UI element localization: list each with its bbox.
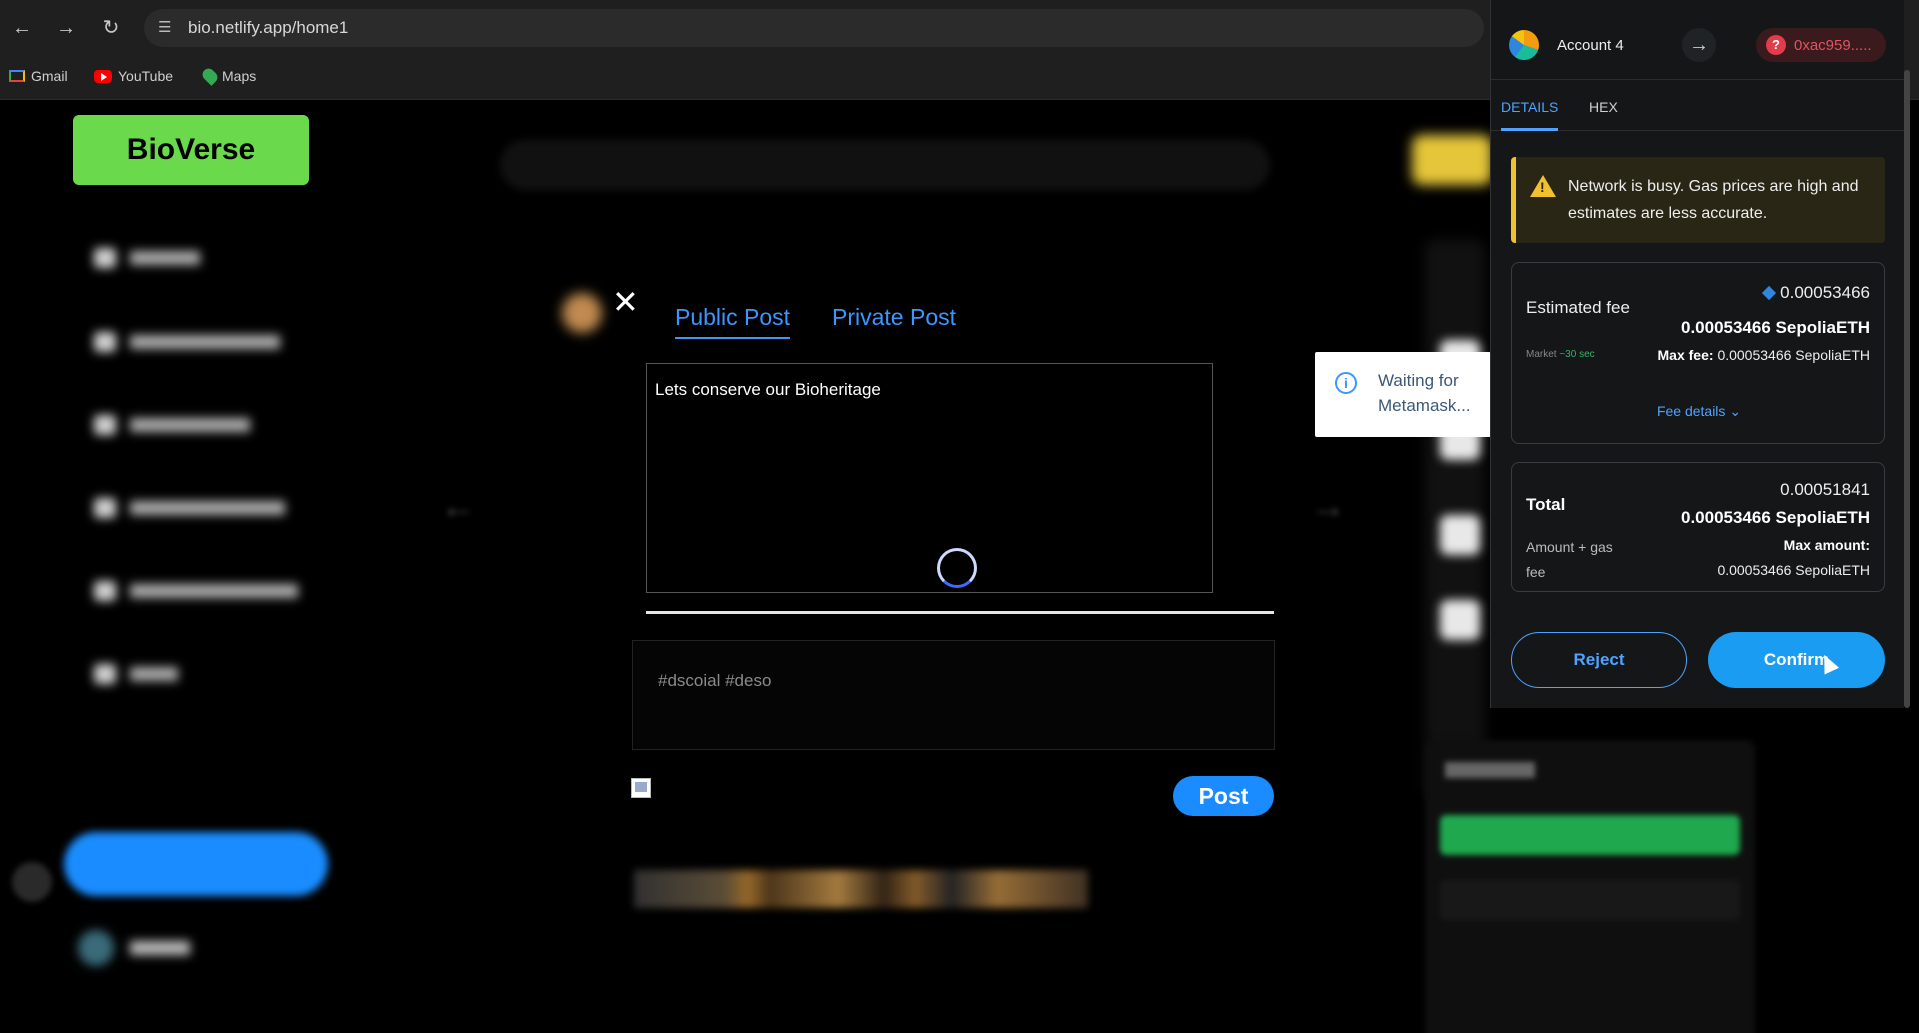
post-textarea[interactable]: Lets conserve our Bioheritage (646, 363, 1213, 593)
arrow-right-icon: → (1682, 28, 1716, 62)
url-text[interactable]: bio.netlify.app/home1 (188, 18, 348, 38)
divider (646, 611, 1274, 614)
bookmark-maps[interactable]: Maps (200, 66, 257, 86)
edit-icon (1762, 285, 1777, 301)
communities-icon (94, 498, 116, 518)
bookmark-label: YouTube (118, 68, 174, 84)
post-text: Lets conserve our Bioheritage (655, 380, 881, 399)
total-label: Total (1526, 495, 1566, 514)
sidebar-user[interactable] (78, 930, 190, 966)
sidebar-item-crowdfunding[interactable] (94, 581, 298, 601)
toast-line-2: Metamask... (1378, 396, 1471, 415)
market-timing: Market ~30 sec (1526, 349, 1595, 360)
sidebar-item-home[interactable] (94, 248, 200, 268)
back-arrow-icon[interactable]: ← (8, 14, 36, 42)
bookmark-label: Gmail (31, 68, 68, 84)
sidebar-item-communities[interactable] (94, 498, 285, 518)
waiting-toast: i Waiting for Metamask... (1315, 352, 1491, 437)
tab-hex[interactable]: HEX (1589, 99, 1618, 115)
estimated-fee-small[interactable]: 0.00053466 (1762, 283, 1870, 303)
wallet-button[interactable] (1412, 135, 1492, 185)
metamask-header: Account 4 → ? 0xac959..... (1491, 10, 1905, 80)
sidebar-post-button[interactable] (64, 832, 328, 896)
bookmark-gmail[interactable]: Gmail (9, 68, 68, 84)
sidebar-item-p2p[interactable] (94, 664, 178, 684)
search-bar[interactable] (500, 140, 1270, 190)
crowdfunding-icon (94, 581, 116, 601)
bounty-panel (1425, 740, 1755, 1033)
avatar (562, 293, 602, 333)
confirm-button[interactable]: Confirm (1708, 632, 1885, 688)
bookmark-label: Maps (222, 68, 257, 84)
metamask-tabs: DETAILS HEX (1491, 85, 1905, 131)
tags-placeholder: #dscoial #deso (658, 671, 772, 690)
account-avatar (1509, 30, 1539, 60)
metamask-scrollbar[interactable] (1904, 70, 1910, 708)
tab-details[interactable]: DETAILS (1501, 99, 1559, 131)
tags-input[interactable]: #dscoial #deso (632, 640, 1275, 750)
estimated-fee-card: Estimated fee 0.00053466 0.00053466 Sepo… (1511, 262, 1885, 444)
bookmark-youtube[interactable]: YouTube (94, 68, 173, 84)
total-card: Total 0.00051841 0.00053466 SepoliaETH A… (1511, 462, 1885, 592)
p2p-icon (94, 664, 116, 684)
chevron-down-icon: ⌄ (1729, 403, 1742, 419)
message-icon (94, 415, 116, 435)
sidebar-item-messages[interactable] (94, 415, 250, 435)
reload-icon[interactable]: ↻ (97, 14, 125, 42)
panel-thumb (1440, 600, 1480, 640)
max-amount-value: 0.00053466 SepoliaETH (1717, 562, 1870, 578)
sidebar-item-notifications[interactable] (94, 332, 280, 352)
panel-thumb (1440, 515, 1480, 555)
total-value: 0.00053466 SepoliaETH (1680, 508, 1870, 527)
reject-button[interactable]: Reject (1511, 632, 1687, 688)
estimated-fee-label: Estimated fee (1526, 298, 1630, 317)
maps-icon (200, 66, 220, 86)
max-fee: Max fee: 0.00053466 SepoliaETH (1657, 347, 1870, 363)
toast-line-1: Waiting for (1378, 371, 1459, 390)
estimated-fee-value: 0.00053466 SepoliaETH (1680, 318, 1870, 337)
fee-details-link[interactable]: Fee details ⌄ (1512, 403, 1886, 420)
warning-icon (1530, 175, 1556, 197)
bioverse-logo[interactable]: BioVerse (73, 115, 309, 185)
prev-arrow-icon[interactable]: ← (440, 485, 476, 527)
tab-public-post[interactable]: Public Post (675, 304, 791, 339)
contract-address: 0xac959..... (1794, 36, 1872, 54)
avatar (78, 930, 114, 966)
site-info-icon[interactable]: ☰ (158, 18, 171, 36)
post-button[interactable]: Post (1173, 776, 1274, 816)
close-icon[interactable]: ✕ (612, 286, 639, 318)
feed-image-strip (634, 870, 1088, 908)
forward-arrow-icon[interactable]: → (52, 14, 80, 42)
gmail-icon (9, 70, 25, 82)
question-icon: ? (1766, 35, 1786, 55)
next-arrow-icon[interactable]: → (1310, 485, 1346, 527)
contract-address-pill[interactable]: ? 0xac959..... (1756, 28, 1886, 62)
bell-icon (94, 332, 116, 352)
home-icon (94, 248, 116, 268)
amount-gas-label: Amount + gas fee (1526, 539, 1613, 580)
settings-icon[interactable] (12, 862, 52, 902)
account-name[interactable]: Account 4 (1557, 37, 1624, 54)
tab-private-post[interactable]: Private Post (832, 304, 956, 331)
address-bar[interactable]: ☰ bio.netlify.app/home1 (144, 9, 1484, 47)
youtube-icon (94, 69, 112, 83)
metamask-popup: Account 4 → ? 0xac959..... DETAILS HEX N… (1490, 0, 1905, 708)
max-amount-label: Max amount: (1783, 537, 1870, 553)
total-small: 0.00051841 (1780, 480, 1870, 499)
image-upload-icon[interactable] (631, 778, 651, 798)
network-busy-warning: Network is busy. Gas prices are high and… (1511, 157, 1885, 243)
warning-text: Network is busy. Gas prices are high and… (1568, 178, 1859, 222)
info-icon: i (1335, 372, 1357, 394)
loading-spinner-icon (937, 548, 977, 588)
